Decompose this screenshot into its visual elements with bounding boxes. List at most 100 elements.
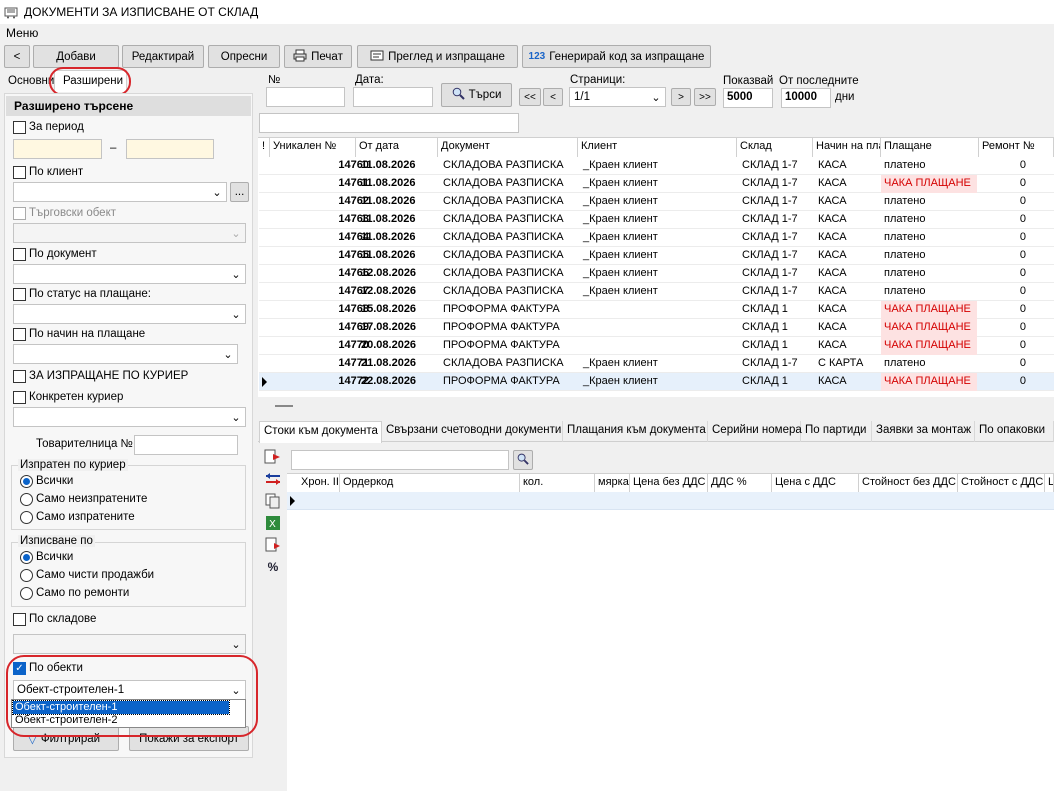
col-flag-header[interactable]: ! — [259, 138, 270, 157]
tab-detail-0[interactable]: Стоки към документа — [259, 421, 382, 444]
table-row[interactable]: 14768 15.08.2026 ПРОФОРМА ФАКТУРА СКЛАД 1 КА… — [259, 301, 1054, 319]
col-pay-method-header[interactable]: Начин на пла — [813, 138, 881, 157]
table-row[interactable]: 14770 20.08.2026 ПРОФОРМА ФАКТУРА СКЛАД 1 КА… — [259, 337, 1054, 355]
menu-item[interactable]: Меню — [6, 26, 38, 40]
table-row[interactable]: 14769 17.08.2026 ПРОФОРМА ФАКТУРА СКЛАД 1 КА… — [259, 319, 1054, 337]
table-row[interactable]: 14761 11.08.2026 СКЛАДОВА РАЗПИСКА _Краен к… — [259, 175, 1054, 193]
table-row[interactable]: 14763 11.08.2026 СКЛАДОВА РАЗПИСКА _Краен к… — [259, 211, 1054, 229]
print-button[interactable]: Печат — [284, 45, 352, 68]
client-checkbox[interactable] — [13, 166, 26, 179]
cell-repair-no: 0 — [1019, 249, 1026, 261]
trade-object-select[interactable]: ⌄ — [13, 223, 246, 243]
courier-checkbox[interactable] — [13, 391, 26, 404]
detail-col-unit-header[interactable]: мярка — [595, 474, 630, 493]
table-row[interactable]: 14771 21.08.2026 СКЛАДОВА РАЗПИСКА _Краен к… — [259, 355, 1054, 373]
detail-col-value-vat-header[interactable]: Стойност с ДДС — [958, 474, 1045, 493]
detail-col-qty-header[interactable]: кол. — [520, 474, 595, 493]
period-from-input[interactable] — [13, 139, 102, 159]
percent-button[interactable]: % — [263, 558, 283, 576]
search-button[interactable]: Търси — [441, 83, 512, 107]
sent-all-radio[interactable] — [20, 475, 33, 488]
waybill-input[interactable] — [134, 435, 238, 455]
pay-method-checkbox[interactable] — [13, 328, 26, 341]
table-row[interactable]: 14760 11.08.2026 СКЛАДОВА РАЗПИСКА _Краен к… — [259, 157, 1054, 175]
waybill-label: Товарителница № — [36, 438, 133, 450]
tab-detail-4[interactable]: По партиди — [801, 421, 872, 442]
add-item-icon[interactable] — [263, 448, 283, 466]
next-page-button[interactable]: > — [671, 88, 691, 106]
detail-col-order-code-header[interactable]: Ордеркод — [340, 474, 520, 493]
detail-col-value-no-vat-header[interactable]: Стойност без ДДС — [859, 474, 958, 493]
detail-search-button[interactable] — [513, 450, 533, 470]
tab-basic[interactable]: Основни — [8, 75, 54, 87]
since-days-input[interactable]: 10000 — [781, 88, 831, 108]
trade-object-checkbox[interactable] — [13, 207, 26, 220]
courier-select[interactable]: ⌄ — [13, 407, 246, 427]
col-client-header[interactable]: Клиент — [578, 138, 737, 157]
col-document-header[interactable]: Документ — [438, 138, 578, 157]
search-icon — [517, 453, 529, 468]
preview-send-button[interactable]: Преглед и изпращане — [357, 45, 518, 68]
swap-arrows-icon[interactable] — [263, 470, 283, 488]
detail-search-input[interactable] — [291, 450, 509, 470]
col-date-header[interactable]: От дата — [356, 138, 438, 157]
col-payment-header[interactable]: Плащане — [881, 138, 979, 157]
issue-repairs-radio[interactable] — [20, 587, 33, 600]
grid-quick-filter[interactable] — [259, 113, 519, 133]
table-row[interactable]: 14765 11.08.2026 СКЛАДОВА РАЗПИСКА _Краен к… — [259, 247, 1054, 265]
sent-unsent-radio[interactable] — [20, 493, 33, 506]
date-input[interactable] — [353, 87, 433, 107]
pay-status-checkbox[interactable] — [13, 288, 26, 301]
add-button[interactable]: Добави — [33, 45, 119, 68]
tab-detail-1[interactable]: Свързани счетоводни документи — [382, 421, 563, 442]
issue-sales-radio[interactable] — [20, 569, 33, 582]
edit-button[interactable]: Редактирай — [122, 45, 204, 68]
col-unique-no-header[interactable]: Уникален № — [270, 138, 356, 157]
col-warehouse-header[interactable]: Склад — [737, 138, 813, 157]
export-doc-icon[interactable] — [263, 536, 283, 554]
period-checkbox[interactable] — [13, 121, 26, 134]
table-row[interactable]: 14772 22.08.2026 ПРОФОРМА ФАКТУРА _Краен кл… — [259, 373, 1054, 391]
col-repair-no-header[interactable]: Ремонт № — [979, 138, 1054, 157]
detail-new-row[interactable] — [287, 492, 1054, 510]
period-to-input[interactable] — [126, 139, 214, 159]
tab-detail-2[interactable]: Плащания към документа — [563, 421, 708, 442]
warehouses-checkbox[interactable] — [13, 613, 26, 626]
detail-col-price-vat-header[interactable]: Цена с ДДС — [772, 474, 859, 493]
client-browse-button[interactable]: ... — [230, 182, 249, 202]
tab-detail-3[interactable]: Серийни номера — [708, 421, 802, 442]
number-input[interactable] — [266, 87, 345, 107]
detail-col-vat-pct-header[interactable]: ДДС % — [708, 474, 772, 493]
generate-code-button[interactable]: 123 Генерирай код за изпращане — [522, 45, 711, 68]
first-page-button[interactable]: << — [519, 88, 541, 106]
tab-detail-5[interactable]: Заявки за монтаж — [872, 421, 975, 442]
prev-page-button[interactable]: < — [543, 88, 563, 106]
pages-select[interactable]: 1/1 ⌄ — [569, 87, 666, 107]
tab-detail-6[interactable]: По опаковки — [975, 421, 1054, 442]
detail-col-price-no-vat-header[interactable]: Цена без ДДС — [630, 474, 708, 493]
splitter[interactable] — [258, 397, 1054, 414]
document-select[interactable]: ⌄ — [13, 264, 246, 284]
warehouses-select[interactable]: ⌄ — [13, 634, 246, 654]
refresh-button[interactable]: Опресни — [208, 45, 280, 68]
cell-document: ПРОФОРМА ФАКТУРА — [443, 303, 560, 315]
table-row[interactable]: 14767 12.08.2026 СКЛАДОВА РАЗПИСКА _Краен к… — [259, 283, 1054, 301]
courier-send-checkbox[interactable] — [13, 370, 26, 383]
detail-col-extra-header[interactable]: Ц — [1045, 474, 1054, 493]
detail-col-chron-no-header[interactable]: Хрон. II — [298, 474, 340, 493]
sent-sent-radio[interactable] — [20, 511, 33, 524]
show-count-input[interactable]: 5000 — [723, 88, 773, 108]
document-checkbox[interactable] — [13, 248, 26, 261]
table-row[interactable]: 14766 12.08.2026 СКЛАДОВА РАЗПИСКА _Краен к… — [259, 265, 1054, 283]
pay-status-select[interactable]: ⌄ — [13, 304, 246, 324]
table-row[interactable]: 14762 11.08.2026 СКЛАДОВА РАЗПИСКА _Краен к… — [259, 193, 1054, 211]
last-page-button[interactable]: >> — [694, 88, 716, 106]
client-select[interactable]: ⌄ — [13, 182, 227, 202]
pay-method-select[interactable]: ⌄ — [13, 344, 238, 364]
excel-icon[interactable]: X — [263, 514, 283, 532]
issue-all-radio[interactable] — [20, 551, 33, 564]
table-row[interactable]: 14764 11.08.2026 СКЛАДОВА РАЗПИСКА _Краен к… — [259, 229, 1054, 247]
search-panel-title: Разширено търсене — [14, 99, 134, 113]
copy-docs-icon[interactable] — [263, 492, 283, 510]
back-button[interactable]: < — [4, 45, 30, 68]
